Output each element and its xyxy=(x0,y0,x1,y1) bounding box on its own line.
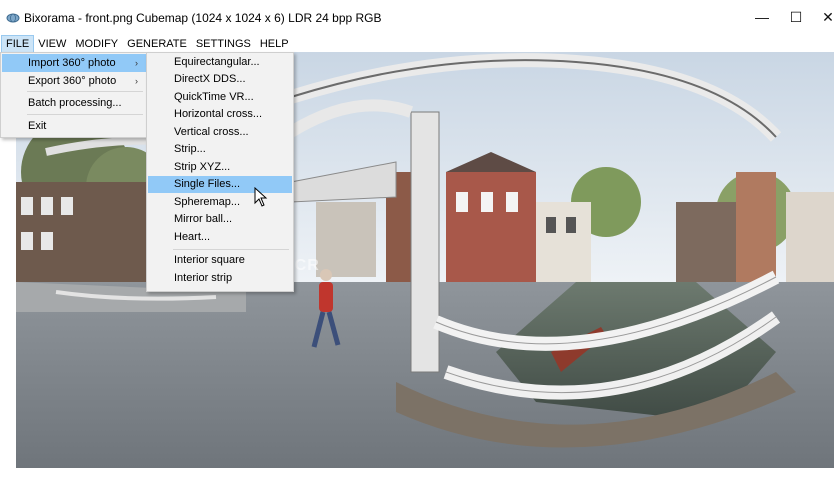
submenu-item-strip-xyz[interactable]: Strip XYZ... xyxy=(148,159,292,176)
maximize-button[interactable]: ☐ xyxy=(786,8,806,26)
submenu-item-label: QuickTime VR... xyxy=(174,91,254,103)
menu-separator xyxy=(27,91,143,92)
submenu-item-label: Equirectangular... xyxy=(174,56,260,68)
menu-separator xyxy=(173,249,289,250)
app-icon xyxy=(6,13,20,23)
export-label: Export 360° photo xyxy=(28,75,117,87)
window-title: Bixorama - front.png Cubemap (1024 x 102… xyxy=(24,11,382,25)
submenu-item-spheremap[interactable]: Spheremap... xyxy=(148,194,292,211)
menu-modify[interactable]: MODIFY xyxy=(71,36,122,52)
submenu-item-equirectangular[interactable]: Equirectangular... xyxy=(148,54,292,71)
menu-separator xyxy=(27,114,143,115)
submenu-item-single-files[interactable]: Single Files... xyxy=(148,176,292,193)
menu-help[interactable]: HELP xyxy=(256,36,293,52)
menu-view[interactable]: VIEW xyxy=(34,36,70,52)
submenu-item-quicktime-vr[interactable]: QuickTime VR... xyxy=(148,89,292,106)
close-button[interactable]: ✕ xyxy=(818,8,836,26)
mouse-cursor-icon xyxy=(254,187,268,207)
submenu-item-label: Mirror ball... xyxy=(174,213,233,225)
submenu-item-label: Horizontal cross... xyxy=(174,108,263,120)
import-submenu: Equirectangular... DirectX DDS... QuickT… xyxy=(146,52,294,292)
submenu-arrow-icon: › xyxy=(135,58,138,68)
exit-label: Exit xyxy=(28,120,47,132)
import-label: Import 360° photo xyxy=(28,57,116,69)
submenu-item-vertical-cross[interactable]: Vertical cross... xyxy=(148,124,292,141)
submenu-arrow-icon: › xyxy=(135,76,138,86)
menu-item-batch-processing[interactable]: Batch processing... xyxy=(2,94,146,112)
submenu-item-strip[interactable]: Strip... xyxy=(148,141,292,158)
submenu-item-interior-strip[interactable]: Interior strip xyxy=(148,270,292,287)
bottom-margin xyxy=(0,468,836,484)
menu-generate[interactable]: GENERATE xyxy=(123,36,191,52)
submenu-item-label: Interior square xyxy=(174,254,245,266)
submenu-item-label: Strip... xyxy=(174,143,206,155)
submenu-item-directx-dds[interactable]: DirectX DDS... xyxy=(148,71,292,88)
menu-item-export-360[interactable]: Export 360° photo › xyxy=(2,72,146,90)
submenu-item-label: Vertical cross... xyxy=(174,126,249,138)
submenu-item-horizontal-cross[interactable]: Horizontal cross... xyxy=(148,106,292,123)
submenu-item-mirror-ball[interactable]: Mirror ball... xyxy=(148,211,292,228)
submenu-item-label: DirectX DDS... xyxy=(174,73,246,85)
menu-settings[interactable]: SETTINGS xyxy=(192,36,255,52)
submenu-item-label: Single Files... xyxy=(174,178,241,190)
submenu-item-interior-square[interactable]: Interior square xyxy=(148,252,292,269)
batch-label: Batch processing... xyxy=(28,97,122,109)
submenu-item-label: Spheremap... xyxy=(174,196,241,208)
minimize-button[interactable]: — xyxy=(752,8,772,26)
title-bar: Bixorama - front.png Cubemap (1024 x 102… xyxy=(0,0,836,36)
submenu-item-label: Heart... xyxy=(174,231,211,243)
menu-item-exit[interactable]: Exit xyxy=(2,117,146,135)
submenu-item-label: Strip XYZ... xyxy=(174,161,231,173)
submenu-item-heart[interactable]: Heart... xyxy=(148,229,292,246)
menu-item-import-360[interactable]: Import 360° photo › xyxy=(2,54,146,72)
submenu-item-label: Interior strip xyxy=(174,272,233,284)
menu-file[interactable]: FILE xyxy=(0,35,35,53)
file-menu-dropdown: Import 360° photo › Export 360° photo › … xyxy=(0,52,148,138)
menu-bar: FILE VIEW MODIFY GENERATE SETTINGS HELP xyxy=(0,35,836,53)
